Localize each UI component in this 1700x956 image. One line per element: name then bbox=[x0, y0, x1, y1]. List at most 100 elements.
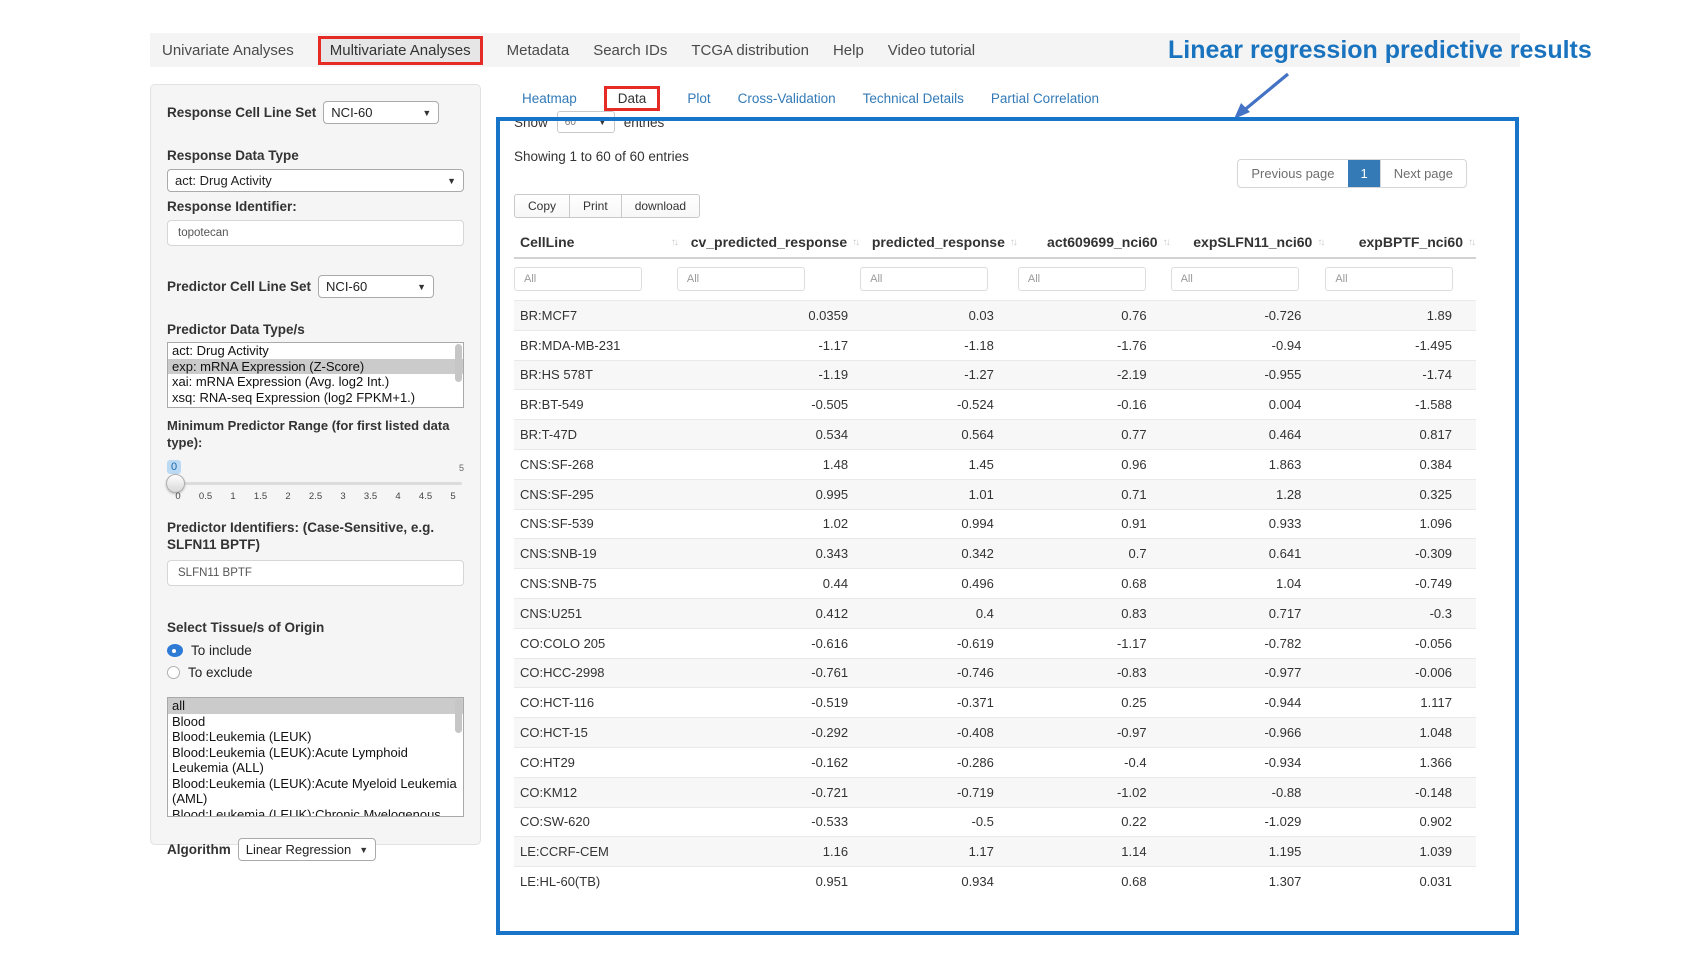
scrollbar[interactable] bbox=[455, 699, 462, 733]
tab-cross-validation[interactable]: Cross-Validation bbox=[738, 91, 836, 106]
tab-technical-details[interactable]: Technical Details bbox=[863, 91, 964, 106]
value-cell: 0.004 bbox=[1171, 390, 1326, 420]
table-row[interactable]: CO:HT29-0.162-0.286-0.4-0.9341.366 bbox=[514, 747, 1476, 777]
nav-item-search-ids[interactable]: Search IDs bbox=[593, 42, 667, 59]
filter-input-cv-predicted-response[interactable] bbox=[677, 267, 805, 291]
table-row[interactable]: CNS:U2510.4120.40.830.717-0.3 bbox=[514, 598, 1476, 628]
table-row[interactable]: BR:MCF70.03590.030.76-0.7261.89 bbox=[514, 301, 1476, 331]
radio-to-exclude[interactable]: To exclude bbox=[167, 665, 464, 680]
value-cell: 0.934 bbox=[860, 867, 1018, 896]
predictor-identifiers-input[interactable] bbox=[167, 560, 464, 586]
value-cell: -1.18 bbox=[860, 330, 1018, 360]
table-row[interactable]: CNS:SNB-750.440.4960.681.04-0.749 bbox=[514, 569, 1476, 599]
results-table: CellLine↑↓cv_predicted_response↑↓predict… bbox=[514, 227, 1476, 896]
filter-input-predicted-response[interactable] bbox=[860, 267, 988, 291]
list-option-xai-mrna-expression-avg-log2-int[interactable]: xai: mRNA Expression (Avg. log2 Int.) bbox=[168, 374, 463, 390]
value-cell: -1.588 bbox=[1325, 390, 1476, 420]
value-cell: -0.292 bbox=[677, 718, 860, 748]
predictor-identifiers-label: Predictor Identifiers: (Case-Sensitive, … bbox=[167, 519, 467, 553]
list-option-act-drug-activity[interactable]: act: Drug Activity bbox=[168, 343, 463, 359]
table-row[interactable]: CNS:SF-2681.481.450.961.8630.384 bbox=[514, 449, 1476, 479]
column-header-predicted-response[interactable]: predicted_response↑↓ bbox=[860, 227, 1018, 258]
table-row[interactable]: BR:MDA-MB-231-1.17-1.18-1.76-0.94-1.495 bbox=[514, 330, 1476, 360]
response-identifier-input[interactable] bbox=[167, 220, 464, 246]
table-row[interactable]: CO:HCT-15-0.292-0.408-0.97-0.9661.048 bbox=[514, 718, 1476, 748]
table-row[interactable]: CNS:SNB-190.3430.3420.70.641-0.309 bbox=[514, 539, 1476, 569]
column-header-expslfn11-nci60[interactable]: expSLFN11_nci60↑↓ bbox=[1171, 227, 1326, 258]
filter-input-expbptf-nci60[interactable] bbox=[1325, 267, 1453, 291]
table-row[interactable]: CNS:SF-5391.020.9940.910.9331.096 bbox=[514, 509, 1476, 539]
radio-button-icon[interactable] bbox=[167, 666, 180, 679]
copy-button[interactable]: Copy bbox=[514, 194, 570, 218]
nav-item-univariate-analyses[interactable]: Univariate Analyses bbox=[162, 42, 294, 59]
value-cell: 0.496 bbox=[860, 569, 1018, 599]
slider-track[interactable] bbox=[169, 482, 462, 485]
page-1-button[interactable]: 1 bbox=[1348, 160, 1380, 187]
sort-icon: ↑↓ bbox=[671, 237, 677, 248]
column-header-act609699-nci60[interactable]: act609699_nci60↑↓ bbox=[1018, 227, 1171, 258]
response-cell-line-set-select[interactable]: NCI-60 ▼ bbox=[323, 101, 439, 124]
scrollbar[interactable] bbox=[455, 344, 462, 382]
list-option-exp-mrna-expression-z-score[interactable]: exp: mRNA Expression (Z-Score) bbox=[168, 359, 463, 375]
table-row[interactable]: LE:HL-60(TB)0.9510.9340.681.3070.031 bbox=[514, 867, 1476, 896]
sort-icon: ↑↓ bbox=[852, 237, 858, 248]
tab-heatmap[interactable]: Heatmap bbox=[522, 91, 577, 106]
page-length-select[interactable]: 60 ▼ bbox=[557, 111, 615, 133]
predictor-data-types-listbox[interactable]: act: Drug Activityexp: mRNA Expression (… bbox=[167, 342, 464, 408]
value-cell: 0.44 bbox=[677, 569, 860, 599]
predictor-cell-line-set-label: Predictor Cell Line Set bbox=[167, 278, 311, 295]
algorithm-select[interactable]: Linear Regression ▼ bbox=[238, 838, 376, 861]
table-row[interactable]: CO:COLO 205-0.616-0.619-1.17-0.782-0.056 bbox=[514, 628, 1476, 658]
tab-plot[interactable]: Plot bbox=[687, 91, 710, 106]
filter-input-act609699-nci60[interactable] bbox=[1018, 267, 1146, 291]
value-cell: 1.04 bbox=[1171, 569, 1326, 599]
filter-input-expslfn11-nci60[interactable] bbox=[1171, 267, 1299, 291]
table-row[interactable]: BR:BT-549-0.505-0.524-0.160.004-1.588 bbox=[514, 390, 1476, 420]
list-option-blood[interactable]: Blood bbox=[168, 714, 463, 730]
tissue-listbox[interactable]: allBloodBlood:Leukemia (LEUK)Blood:Leuke… bbox=[167, 697, 464, 817]
list-option-all[interactable]: all bbox=[168, 698, 463, 714]
table-row[interactable]: CNS:SF-2950.9951.010.711.280.325 bbox=[514, 479, 1476, 509]
table-row[interactable]: BR:T-47D0.5340.5640.770.4640.817 bbox=[514, 420, 1476, 450]
nav-item-metadata[interactable]: Metadata bbox=[507, 42, 570, 59]
value-cell: 0.71 bbox=[1018, 479, 1171, 509]
table-row[interactable]: LE:CCRF-CEM1.161.171.141.1951.039 bbox=[514, 837, 1476, 867]
filter-input-cellline[interactable] bbox=[514, 267, 642, 291]
radio-to-include[interactable]: To include bbox=[167, 643, 464, 658]
table-row[interactable]: CO:HCC-2998-0.761-0.746-0.83-0.977-0.006 bbox=[514, 658, 1476, 688]
value-cell: -0.309 bbox=[1325, 539, 1476, 569]
slider-max-label: 5 bbox=[459, 463, 464, 473]
predictor-cell-line-set-select[interactable]: NCI-60 ▼ bbox=[318, 275, 434, 298]
column-header-label: cv_predicted_response bbox=[691, 234, 847, 250]
column-header-cellline[interactable]: CellLine↑↓ bbox=[514, 227, 677, 258]
tab-data[interactable]: Data bbox=[604, 86, 661, 111]
response-data-type-select[interactable]: act: Drug Activity ▼ bbox=[167, 169, 464, 192]
tab-partial-correlation[interactable]: Partial Correlation bbox=[991, 91, 1099, 106]
table-row[interactable]: BR:HS 578T-1.19-1.27-2.19-0.955-1.74 bbox=[514, 360, 1476, 390]
nav-item-tcga-distribution[interactable]: TCGA distribution bbox=[691, 42, 809, 59]
list-option-blood-leukemia-leuk-chronic-myelogenous-leukemia-cml[interactable]: Blood:Leukemia (LEUK):Chronic Myelogenou… bbox=[168, 807, 463, 818]
nav-item-help[interactable]: Help bbox=[833, 42, 864, 59]
table-row[interactable]: CO:HCT-116-0.519-0.3710.25-0.9441.117 bbox=[514, 688, 1476, 718]
list-option-blood-leukemia-leuk[interactable]: Blood:Leukemia (LEUK) bbox=[168, 729, 463, 745]
table-row[interactable]: CO:KM12-0.721-0.719-1.02-0.88-0.148 bbox=[514, 777, 1476, 807]
sort-icon: ↑↓ bbox=[1163, 237, 1169, 248]
nav-item-multivariate-analyses[interactable]: Multivariate Analyses bbox=[318, 36, 483, 65]
previous-page-button[interactable]: Previous page bbox=[1238, 160, 1347, 187]
annotation-title: Linear regression predictive results bbox=[1168, 36, 1592, 65]
table-filter-row bbox=[514, 258, 1476, 301]
list-option-blood-leukemia-leuk-acute-myeloid-leukemia-aml[interactable]: Blood:Leukemia (LEUK):Acute Myeloid Leuk… bbox=[168, 776, 463, 807]
nav-item-video-tutorial[interactable]: Video tutorial bbox=[888, 42, 975, 59]
next-page-button[interactable]: Next page bbox=[1380, 160, 1466, 187]
value-cell: -0.83 bbox=[1018, 658, 1171, 688]
slider-tick-1-5: 1.5 bbox=[250, 491, 272, 502]
print-button[interactable]: Print bbox=[569, 194, 622, 218]
radio-button-icon[interactable] bbox=[167, 644, 183, 657]
column-header-cv-predicted-response[interactable]: cv_predicted_response ↑↓ bbox=[677, 227, 860, 258]
list-option-xsq-rna-seq-expression-log2-fpkm-1[interactable]: xsq: RNA-seq Expression (log2 FPKM+1.) bbox=[168, 390, 463, 406]
download-button[interactable]: download bbox=[621, 194, 700, 218]
cell-line-cell: CO:KM12 bbox=[514, 777, 677, 807]
column-header-expbptf-nci60[interactable]: expBPTF_nci60↑↓ bbox=[1325, 227, 1476, 258]
list-option-blood-leukemia-leuk-acute-lymphoid-leukemia-all[interactable]: Blood:Leukemia (LEUK):Acute Lymphoid Leu… bbox=[168, 745, 463, 776]
table-row[interactable]: CO:SW-620-0.533-0.50.22-1.0290.902 bbox=[514, 807, 1476, 837]
